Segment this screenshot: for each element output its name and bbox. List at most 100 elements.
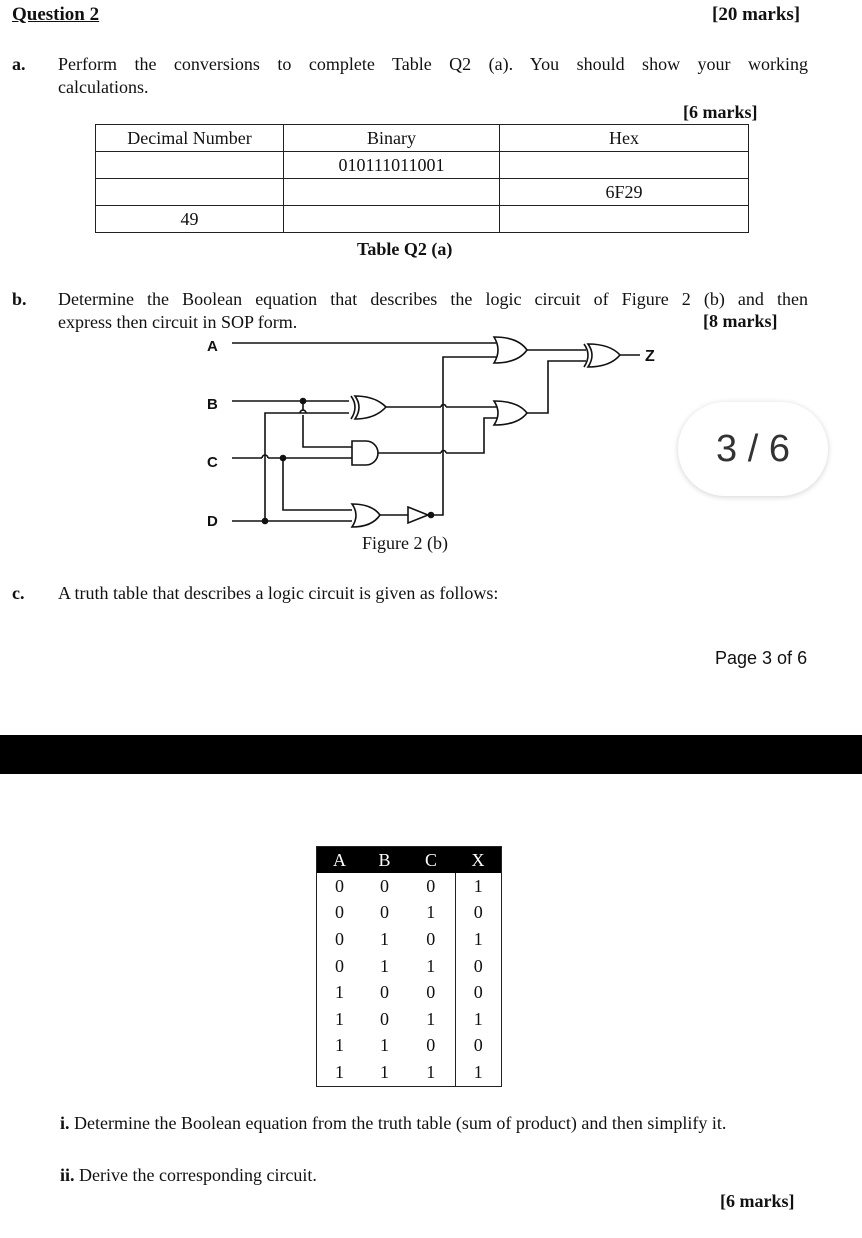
wire-d-branch (264, 412, 349, 521)
question-title: Question 2 (12, 4, 100, 25)
cell-c: 0 (426, 928, 436, 949)
header-a: A (316, 846, 362, 873)
or-gate-middle (492, 400, 529, 426)
figure-caption: Figure 2 (b) (362, 533, 448, 553)
table-row: 0010 (317, 899, 502, 927)
or-gate-cd (350, 503, 381, 528)
input-label-b: B (207, 396, 218, 413)
cell-binary (283, 205, 500, 233)
table-row: 49 (95, 205, 749, 233)
cell-c: 1 (426, 1061, 436, 1082)
sub-question-i-label: i. (60, 1113, 70, 1133)
sub-question-ii-text: Derive the corresponding circuit. (74, 1165, 317, 1185)
truth-table-header: A B C X (316, 846, 502, 873)
table-row: 1000 (317, 979, 502, 1006)
cell-hex: 6F29 (499, 178, 749, 206)
cell-c: 0 (426, 1035, 436, 1056)
header-decimal: Decimal Number (95, 124, 284, 152)
xor-gate-bd (350, 395, 388, 420)
wire-b-branch (302, 401, 352, 448)
cell-c: 0 (426, 875, 436, 896)
output-label-z: Z (645, 348, 655, 365)
conversion-table: Decimal Number Binary Hex 010111011001 6… (95, 124, 749, 233)
sub-question-i: i. Determine the Boolean equation from t… (60, 1113, 726, 1134)
cell-hex (499, 151, 749, 179)
table-row: 1011 (317, 1005, 502, 1033)
cell-a: 0 (335, 928, 344, 949)
part-b-text: Determine the Boolean equation that desc… (58, 288, 808, 334)
part-b-marks: [8 marks] (703, 311, 778, 331)
part-c-label: c. (12, 583, 25, 603)
header-b: B (362, 846, 407, 873)
header-c: C (407, 846, 455, 873)
cell-x: 1 (454, 1059, 502, 1087)
page-indicator-badge: 3 / 6 (678, 402, 828, 496)
cell-hex (499, 205, 749, 233)
junction-dot (261, 517, 269, 525)
part-c-text: A truth table that describes a logic cir… (58, 583, 499, 603)
cell-decimal: 49 (95, 205, 284, 233)
question-total-marks: [20 marks] (712, 4, 801, 25)
sub-question-ii-label: ii. (60, 1165, 75, 1185)
table-caption: Table Q2 (a) (357, 239, 453, 259)
and-gate-bc (351, 440, 379, 466)
cell-c: 0 (426, 982, 436, 1003)
cell-b: 1 (380, 1035, 389, 1056)
wire-c-branch (282, 458, 352, 511)
part-a-marks: [6 marks] (683, 102, 758, 122)
cell-c: 1 (426, 902, 436, 923)
table-row: 6F29 (95, 178, 749, 206)
cell-a: 1 (335, 982, 344, 1003)
part-b-label: b. (12, 289, 27, 309)
cell-a: 0 (335, 875, 344, 896)
cell-decimal (95, 151, 284, 179)
part-a-text: Perform the conversions to complete Tabl… (58, 53, 808, 99)
cell-binary: 010111011001 (283, 151, 500, 179)
cell-a: 1 (335, 1061, 344, 1082)
cell-a: 0 (335, 902, 344, 923)
table-row: 010111011001 (95, 151, 749, 179)
cell-a: 1 (335, 1008, 344, 1029)
table-row: 0101 (317, 926, 502, 953)
not-gate (407, 505, 435, 525)
sub-question-i-text: Determine the Boolean equation from the … (69, 1113, 727, 1133)
cell-b: 1 (380, 928, 389, 949)
header-x: X (455, 846, 502, 873)
cell-decimal (95, 178, 284, 206)
cell-x: 0 (454, 899, 502, 927)
part-c-marks: [6 marks] (720, 1191, 795, 1211)
table-row: 0001 (317, 873, 502, 900)
part-a-label: a. (12, 54, 26, 74)
cell-x: 1 (454, 873, 502, 900)
input-label-a: A (207, 338, 218, 355)
cell-b: 1 (380, 955, 389, 976)
cell-x: 0 (454, 979, 502, 1006)
cell-x: 1 (454, 1005, 502, 1033)
cell-b: 0 (380, 902, 389, 923)
cell-b: 0 (380, 982, 389, 1003)
or-gate-top (492, 336, 528, 364)
cell-b: 0 (380, 1008, 389, 1029)
sub-question-ii: ii. Derive the corresponding circuit. (60, 1165, 317, 1186)
cell-a: 1 (335, 1035, 344, 1056)
cell-binary (283, 178, 500, 206)
header-binary: Binary (283, 124, 500, 152)
input-label-c: C (207, 454, 218, 471)
cell-c: 1 (426, 955, 436, 976)
table-row: 1111 (317, 1059, 502, 1087)
conversion-table-header: Decimal Number Binary Hex (95, 124, 749, 152)
table-row: 1 1 00 (317, 1032, 502, 1060)
part-b-text-line1: Determine the Boolean equation that desc… (58, 289, 808, 309)
page-divider-bar (0, 735, 862, 774)
cell-x: 0 (454, 1032, 502, 1060)
input-label-d: D (207, 513, 218, 530)
part-a-text-line1: Perform the conversions to complete Tabl… (58, 54, 808, 74)
table-row: 0110 (317, 952, 502, 980)
header-hex: Hex (499, 124, 749, 152)
wire-not-out (433, 356, 497, 516)
xor-gate-final (583, 343, 622, 368)
wire-and-out (378, 417, 497, 454)
cell-x: 1 (454, 926, 502, 953)
wire (527, 360, 586, 414)
part-a-text-line2: calculations. (58, 77, 149, 97)
